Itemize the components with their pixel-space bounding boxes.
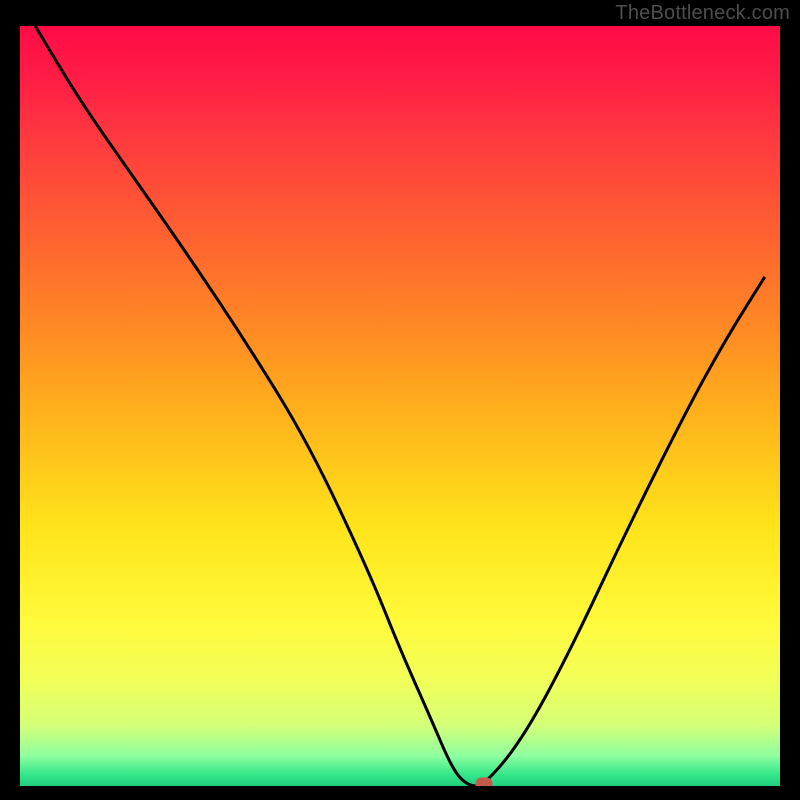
bottleneck-curve-path	[35, 26, 765, 786]
watermark-text: TheBottleneck.com	[615, 2, 790, 25]
line-curve	[20, 26, 780, 786]
chart-stage: TheBottleneck.com	[0, 0, 800, 800]
chart-plot-area	[20, 26, 780, 786]
optimal-point-marker	[475, 778, 492, 787]
